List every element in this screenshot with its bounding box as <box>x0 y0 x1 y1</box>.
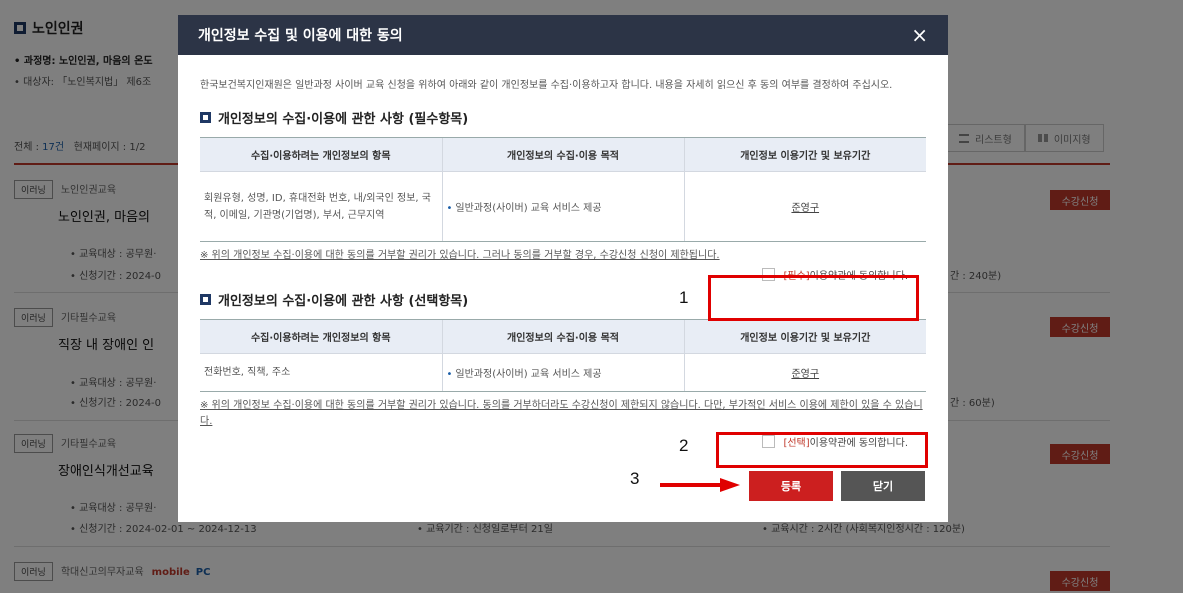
square-bullet-icon <box>200 294 211 305</box>
close-icon[interactable]: × <box>911 25 928 45</box>
square-bullet-icon <box>200 112 211 123</box>
modal-header: 개인정보 수집 및 이용에 대한 동의 × <box>178 15 948 55</box>
table-header: 개인정보 이용기간 및 보유기간 <box>683 319 926 354</box>
table-cell: 일반과정(사이버) 교육 서비스 제공 <box>441 171 684 242</box>
table-cell: 회원유형, 성명, ID, 휴대전화 번호, 내/외국인 정보, 국적, 이메일… <box>200 171 442 242</box>
table-cell: 준영구 <box>683 171 926 242</box>
required-section-title: 개인정보의 수집·이용에 관한 사항 (필수항목) <box>200 108 926 127</box>
optional-note: ※ 위의 개인정보 수집·이용에 대한 동의를 거부할 권리가 있습니다. 동의… <box>200 400 923 427</box>
table-cell: 전화번호, 직책, 주소 <box>200 353 442 392</box>
table-header: 개인정보의 수집·이용 목적 <box>441 319 684 354</box>
close-button[interactable]: 닫기 <box>841 471 925 501</box>
required-table: 수집·이용하려는 개인정보의 항목 개인정보의 수집·이용 목적 개인정보 이용… <box>200 137 926 242</box>
table-cell: 준영구 <box>683 353 926 392</box>
table-header: 개인정보의 수집·이용 목적 <box>441 137 684 172</box>
table-header: 수집·이용하려는 개인정보의 항목 <box>200 319 442 354</box>
table-cell: 일반과정(사이버) 교육 서비스 제공 <box>441 353 684 392</box>
annotation-box-2 <box>716 432 928 468</box>
optional-table: 수집·이용하려는 개인정보의 항목 개인정보의 수집·이용 목적 개인정보 이용… <box>200 319 926 392</box>
modal-actions: 등록 닫기 <box>749 471 925 501</box>
annotation-box-1 <box>708 275 919 321</box>
submit-button[interactable]: 등록 <box>749 471 833 501</box>
annotation-number-3: 3 <box>630 469 640 488</box>
modal-title: 개인정보 수집 및 이용에 대한 동의 <box>198 28 403 44</box>
annotation-number-1: 1 <box>679 288 689 307</box>
intro-text: 한국보건복지인재원은 일반과정 사이버 교육 신청을 위하여 아래와 같이 개인… <box>200 80 893 91</box>
table-header: 수집·이용하려는 개인정보의 항목 <box>200 137 442 172</box>
annotation-number-2: 2 <box>679 436 689 455</box>
required-note: ※ 위의 개인정보 수집·이용에 대한 동의를 거부할 권리가 있습니다. 그러… <box>200 250 720 261</box>
table-header: 개인정보 이용기간 및 보유기간 <box>683 137 926 172</box>
arrow-right-icon <box>660 478 740 492</box>
